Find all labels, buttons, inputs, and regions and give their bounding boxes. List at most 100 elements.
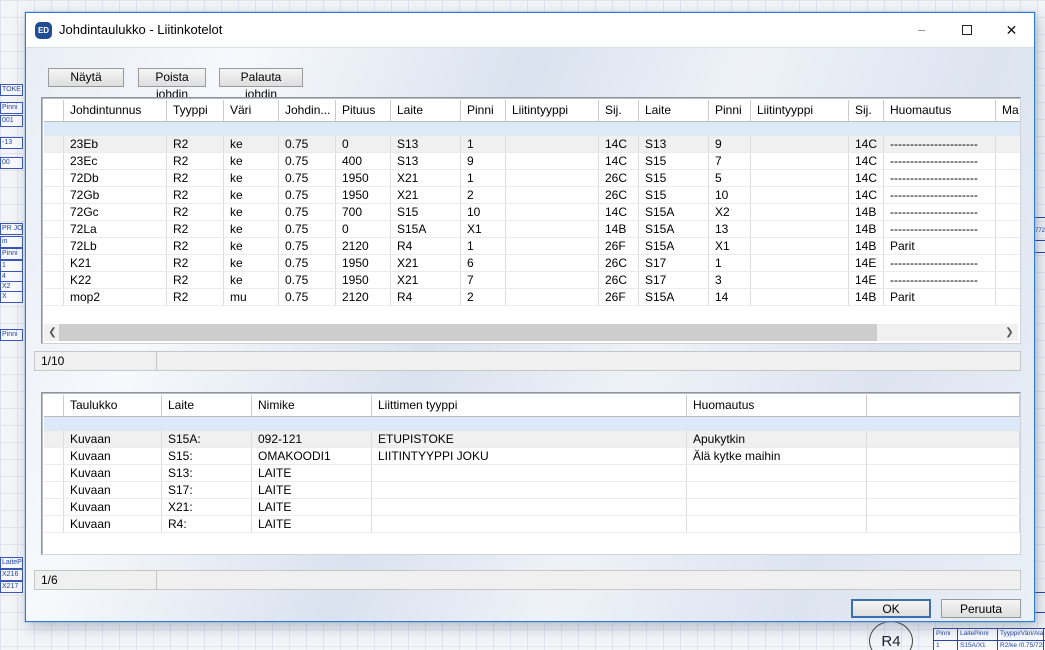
- column-header[interactable]: Johdintunnus: [64, 100, 167, 121]
- column-header[interactable]: Taulukko: [64, 395, 162, 416]
- table-cell[interactable]: R2: [167, 170, 224, 186]
- column-header[interactable]: Väri: [224, 100, 279, 121]
- show-button[interactable]: Näytä: [48, 68, 124, 87]
- table-cell[interactable]: X21: [391, 272, 461, 288]
- table-cell[interactable]: [372, 482, 687, 498]
- table-cell[interactable]: 0.75: [279, 289, 336, 305]
- table-cell[interactable]: ----------------------: [884, 221, 996, 237]
- table-cell[interactable]: ----------------------: [884, 153, 996, 169]
- table-cell[interactable]: ke: [224, 136, 279, 152]
- table-cell[interactable]: ke: [224, 170, 279, 186]
- table-cell[interactable]: 1: [461, 136, 506, 152]
- table-cell[interactable]: 72La: [64, 221, 167, 237]
- table-cell[interactable]: 2: [461, 187, 506, 203]
- table-row[interactable]: 72GcR2ke0.75700S151014CS15AX214B--------…: [44, 204, 1021, 221]
- table-cell[interactable]: [867, 431, 1020, 447]
- table-row[interactable]: KuvaanS15:OMAKOODI1LIITINTYYPPI JOKUÄlä …: [44, 448, 1020, 465]
- table-cell[interactable]: Kuvaan: [64, 448, 162, 464]
- table-cell[interactable]: 14B: [849, 221, 884, 237]
- table-cell[interactable]: LAITE: [252, 516, 372, 532]
- table-cell[interactable]: S15A: [639, 221, 709, 237]
- table-cell[interactable]: 72Gb: [64, 187, 167, 203]
- table-cell[interactable]: S15:: [162, 448, 252, 464]
- insert-row[interactable]: [44, 122, 1021, 136]
- table-cell[interactable]: [996, 272, 1021, 288]
- table-cell[interactable]: [687, 499, 867, 515]
- table-cell[interactable]: 0.75: [279, 136, 336, 152]
- table-cell[interactable]: R4: [391, 289, 461, 305]
- table-cell[interactable]: [506, 204, 599, 220]
- table-cell[interactable]: 0.75: [279, 272, 336, 288]
- table-cell[interactable]: 14B: [599, 221, 639, 237]
- table-cell[interactable]: 400: [336, 153, 391, 169]
- table-cell[interactable]: [996, 187, 1021, 203]
- restore-wire-button[interactable]: Palauta johdin: [219, 68, 303, 87]
- table-cell[interactable]: 26C: [599, 170, 639, 186]
- table-cell[interactable]: [506, 221, 599, 237]
- table-cell[interactable]: S15A: [639, 289, 709, 305]
- column-header[interactable]: Huomautus: [884, 100, 996, 121]
- table-row[interactable]: KuvaanS15A:092-121ETUPISTOKEApukytkin: [44, 431, 1020, 448]
- table-cell[interactable]: R2: [167, 136, 224, 152]
- table-cell[interactable]: [506, 289, 599, 305]
- table-cell[interactable]: [996, 153, 1021, 169]
- table-cell[interactable]: 10: [461, 204, 506, 220]
- table-cell[interactable]: R2: [167, 187, 224, 203]
- table-cell[interactable]: 7: [461, 272, 506, 288]
- table-cell[interactable]: 1950: [336, 170, 391, 186]
- table-cell[interactable]: [996, 289, 1021, 305]
- table-cell[interactable]: X1: [709, 238, 751, 254]
- table-cell[interactable]: [372, 499, 687, 515]
- scroll-right-icon[interactable]: ❯: [1001, 324, 1018, 341]
- table-cell[interactable]: Kuvaan: [64, 516, 162, 532]
- table-cell[interactable]: 1950: [336, 255, 391, 271]
- table-row[interactable]: KuvaanX21:LAITE: [44, 499, 1020, 516]
- table-cell[interactable]: [506, 238, 599, 254]
- column-header[interactable]: Sij.: [599, 100, 639, 121]
- table-cell[interactable]: 14B: [849, 238, 884, 254]
- table-cell[interactable]: R2: [167, 153, 224, 169]
- table-cell[interactable]: ----------------------: [884, 255, 996, 271]
- table-cell[interactable]: 26F: [599, 289, 639, 305]
- table-cell[interactable]: [996, 238, 1021, 254]
- row-gutter[interactable]: [44, 221, 64, 237]
- table-cell[interactable]: 0.75: [279, 187, 336, 203]
- table-cell[interactable]: [751, 221, 849, 237]
- table-cell[interactable]: ----------------------: [884, 204, 996, 220]
- table-cell[interactable]: [751, 289, 849, 305]
- table-cell[interactable]: [751, 204, 849, 220]
- table-cell[interactable]: 1: [461, 170, 506, 186]
- table-cell[interactable]: OMAKOODI1: [252, 448, 372, 464]
- remove-wire-button[interactable]: Poista johdin: [138, 68, 206, 87]
- table-cell[interactable]: ETUPISTOKE: [372, 431, 687, 447]
- table-cell[interactable]: [996, 170, 1021, 186]
- table-cell[interactable]: 2120: [336, 238, 391, 254]
- table-cell[interactable]: 0: [336, 221, 391, 237]
- table-cell[interactable]: [687, 516, 867, 532]
- column-header[interactable]: Sij.: [849, 100, 884, 121]
- table-cell[interactable]: 23Eb: [64, 136, 167, 152]
- column-header[interactable]: Pinni: [709, 100, 751, 121]
- table-cell[interactable]: 72Db: [64, 170, 167, 186]
- row-gutter[interactable]: [44, 238, 64, 254]
- column-header[interactable]: Pituus: [336, 100, 391, 121]
- table-cell[interactable]: 14: [709, 289, 751, 305]
- table-row[interactable]: K21R2ke0.751950X21626CS17114E-----------…: [44, 255, 1021, 272]
- table-cell[interactable]: S15: [639, 187, 709, 203]
- table-cell[interactable]: S13:: [162, 465, 252, 481]
- column-header[interactable]: [867, 395, 1020, 416]
- table-cell[interactable]: S15: [391, 204, 461, 220]
- table-cell[interactable]: ke: [224, 221, 279, 237]
- row-gutter[interactable]: [44, 136, 64, 152]
- table-cell[interactable]: 092-121: [252, 431, 372, 447]
- row-gutter[interactable]: [44, 289, 64, 305]
- table-cell[interactable]: R2: [167, 204, 224, 220]
- table-cell[interactable]: R2: [167, 289, 224, 305]
- table-cell[interactable]: Kuvaan: [64, 465, 162, 481]
- column-header[interactable]: Liitintyyppi: [506, 100, 599, 121]
- table-cell[interactable]: [687, 465, 867, 481]
- table-cell[interactable]: 0.75: [279, 238, 336, 254]
- table-cell[interactable]: 14C: [599, 204, 639, 220]
- table-cell[interactable]: R2: [167, 272, 224, 288]
- table-row[interactable]: KuvaanS13:LAITE: [44, 465, 1020, 482]
